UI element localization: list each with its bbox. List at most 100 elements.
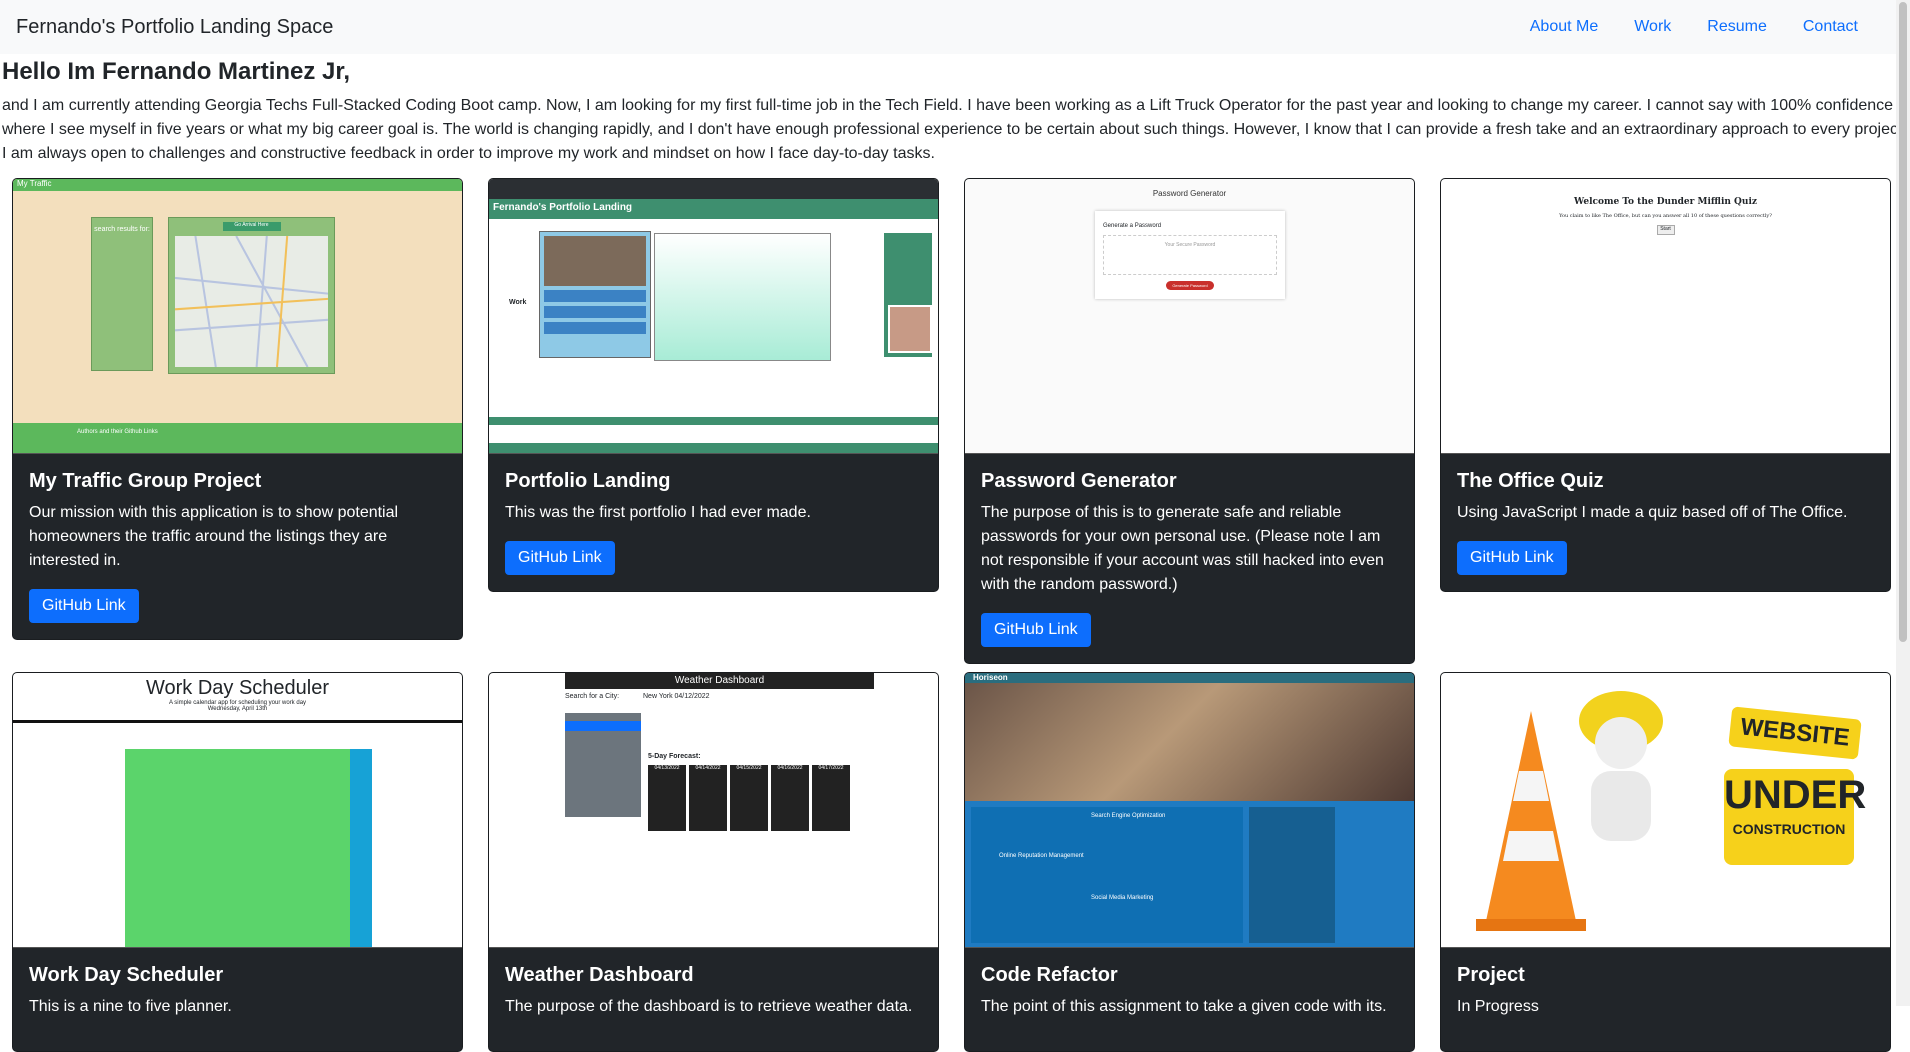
- nav-link-work[interactable]: Work: [1616, 18, 1689, 36]
- weather-shot-forecast-cards: 04/13/2022 04/14/2022 04/15/2022 04/16/2…: [648, 765, 850, 831]
- portfolio-shot-about-panel: [884, 233, 932, 357]
- nav-link-contact[interactable]: Contact: [1785, 18, 1876, 36]
- quiz-shot-title: Welcome To the Dunder Mifflin Quiz: [1574, 197, 1757, 207]
- card-title: My Traffic Group Project: [29, 470, 262, 492]
- intro-heading: Hello Im Fernando Martinez Jr,: [2, 58, 351, 85]
- password-shot-panel: Generate a Password Your Secure Password…: [1095, 211, 1285, 299]
- forecast-day: 04/15/2022: [730, 765, 768, 831]
- card-title: Portfolio Landing: [505, 470, 671, 492]
- traffic-shot-footer: Authors and their Github Links: [13, 423, 462, 453]
- portfolio-shot-browser-bar: [489, 179, 938, 199]
- navbar: Fernando's Portfolio Landing Space About…: [0, 0, 1910, 54]
- password-screenshot: Password Generator Generate a Password Y…: [965, 179, 1414, 454]
- quiz-shot-start: Start: [1656, 225, 1675, 235]
- traffic-shot-header: My Traffic: [13, 179, 462, 191]
- weather-shot-forecast-label: 5-Day Forecast:: [648, 753, 701, 760]
- github-link-button[interactable]: GitHub Link: [1457, 541, 1567, 575]
- scheduler-shot-rows: [125, 749, 350, 947]
- website-sign-text: WEBSITE: [1728, 706, 1862, 760]
- portfolio-shot-gradient-panel: [654, 233, 831, 361]
- brand-title[interactable]: Fernando's Portfolio Landing Space: [16, 16, 333, 39]
- map-roads-icon: [174, 235, 329, 368]
- construction-sign-text: CONSTRUCTION: [1732, 821, 1846, 837]
- card-body: The Office Quiz Using JavaScript I made …: [1441, 454, 1890, 591]
- password-shot-label: Generate a Password: [1103, 223, 1162, 229]
- card-text: In Progress: [1457, 998, 1539, 1015]
- portfolio-shot-footer: [489, 443, 938, 453]
- card-text: The purpose of the dashboard is to retri…: [505, 998, 913, 1015]
- portfolio-shot-work-panel: [539, 231, 651, 358]
- scrollbar-thumb[interactable]: [1899, 2, 1907, 642]
- project-card-password: Password Generator Generate a Password Y…: [964, 178, 1415, 664]
- weather-shot-search-label: Search for a City:: [565, 693, 620, 700]
- nav-link-about[interactable]: About Me: [1512, 18, 1616, 36]
- quiz-shot-subtitle: You claim to like The Office, but can yo…: [1559, 213, 1772, 219]
- weather-shot-header: Weather Dashboard: [565, 673, 874, 689]
- refactor-shot-section: Search Engine Optimization: [1091, 813, 1166, 819]
- under-sign-text: UNDER: [1724, 773, 1867, 817]
- portfolio-shot-row: [544, 306, 646, 318]
- project-card-scheduler: Work Day Scheduler A simple calendar app…: [12, 672, 463, 1052]
- card-title: Code Refactor: [981, 964, 1118, 986]
- project-card-portfolio: Fernando's Portfolio Landing Work Portfo…: [488, 178, 939, 592]
- under-construction-sign: UNDER CONSTRUCTION: [1724, 769, 1867, 865]
- card-body: Work Day Scheduler This is a nine to fiv…: [13, 948, 462, 1051]
- project-card-office-quiz: Welcome To the Dunder Mifflin Quiz You c…: [1440, 178, 1891, 592]
- portfolio-screenshot: Fernando's Portfolio Landing Work: [489, 179, 938, 454]
- forecast-day: 04/14/2022: [689, 765, 727, 831]
- scheduler-shot-divider: [13, 720, 462, 723]
- portfolio-shot-row: [544, 322, 646, 334]
- nav-links: About Me Work Resume Contact: [1512, 18, 1876, 36]
- under-construction-image: WEBSITE UNDER CONSTRUCTION: [1441, 673, 1890, 948]
- refactor-shot-content: Search Engine Optimization Online Reputa…: [971, 807, 1243, 943]
- card-text: This was the first portfolio I had ever …: [505, 504, 811, 521]
- project-card-weather: Weather Dashboard Search for a City: New…: [488, 672, 939, 1052]
- scheduler-shot-date: Wednesday, April 13th: [207, 706, 268, 712]
- card-text: Using JavaScript I made a quiz based off…: [1457, 504, 1848, 521]
- forecast-day: 04/16/2022: [771, 765, 809, 831]
- portfolio-shot-row: [544, 290, 646, 302]
- refactor-shot-sidebar: [1249, 807, 1335, 943]
- refactor-shot-section: Online Reputation Management: [999, 853, 1084, 859]
- card-body: My Traffic Group Project Our mission wit…: [13, 454, 462, 639]
- card-text: The point of this assignment to take a g…: [981, 998, 1387, 1015]
- traffic-shot-button: Go Arrival Here: [222, 222, 281, 231]
- scheduler-shot-save-column: [350, 749, 372, 947]
- refactor-shot-section: Social Media Marketing: [1091, 895, 1154, 901]
- github-link-button[interactable]: GitHub Link: [981, 613, 1091, 647]
- refactor-screenshot: Horiseon Search Engine Optimization Onli…: [965, 673, 1414, 948]
- card-title: Project: [1457, 964, 1525, 986]
- refactor-shot-brand: Horiseon: [965, 673, 1414, 683]
- refactor-shot-hero: [965, 683, 1414, 801]
- card-text: This is a nine to five planner.: [29, 998, 232, 1015]
- weather-shot-city-list: [565, 713, 641, 817]
- forecast-day: 04/17/2022: [812, 765, 850, 831]
- forecast-day: 04/13/2022: [648, 765, 686, 831]
- github-link-button[interactable]: GitHub Link: [29, 589, 139, 623]
- traffic-shot-panel-title: search results for:: [94, 226, 150, 233]
- card-body: Code Refactor The point of this assignme…: [965, 948, 1414, 1051]
- intro-text: and I am currently attending Georgia Tec…: [2, 97, 1907, 162]
- intro-section: Hello Im Fernando Martinez Jr, and I am …: [0, 58, 1910, 166]
- nav-link-resume[interactable]: Resume: [1689, 18, 1785, 36]
- scheduler-screenshot: Work Day Scheduler A simple calendar app…: [13, 673, 462, 948]
- weather-shot-selected-city: [565, 721, 641, 731]
- portfolio-shot-photo: [544, 236, 646, 286]
- github-link-button[interactable]: GitHub Link: [505, 541, 615, 575]
- card-body: Portfolio Landing This was the first por…: [489, 454, 938, 591]
- card-title: Weather Dashboard: [505, 964, 694, 986]
- portfolio-shot-band: [489, 417, 938, 425]
- password-shot-button: Generate Password: [1166, 281, 1214, 290]
- card-title: Work Day Scheduler: [29, 964, 224, 986]
- card-title: The Office Quiz: [1457, 470, 1604, 492]
- card-text: The purpose of this is to generate safe …: [981, 504, 1384, 593]
- card-body: Project In Progress: [1441, 948, 1890, 1051]
- page-scrollbar[interactable]: [1896, 0, 1910, 1006]
- project-card-refactor: Horiseon Search Engine Optimization Onli…: [964, 672, 1415, 1052]
- portfolio-shot-header: Fernando's Portfolio Landing: [489, 199, 938, 219]
- card-text: Our mission with this application is to …: [29, 504, 399, 569]
- traffic-shot-footer-text: Authors and their Github Links: [77, 429, 158, 435]
- card-body: Password Generator The purpose of this i…: [965, 454, 1414, 663]
- weather-screenshot: Weather Dashboard Search for a City: New…: [489, 673, 938, 948]
- card-title: Password Generator: [981, 470, 1177, 492]
